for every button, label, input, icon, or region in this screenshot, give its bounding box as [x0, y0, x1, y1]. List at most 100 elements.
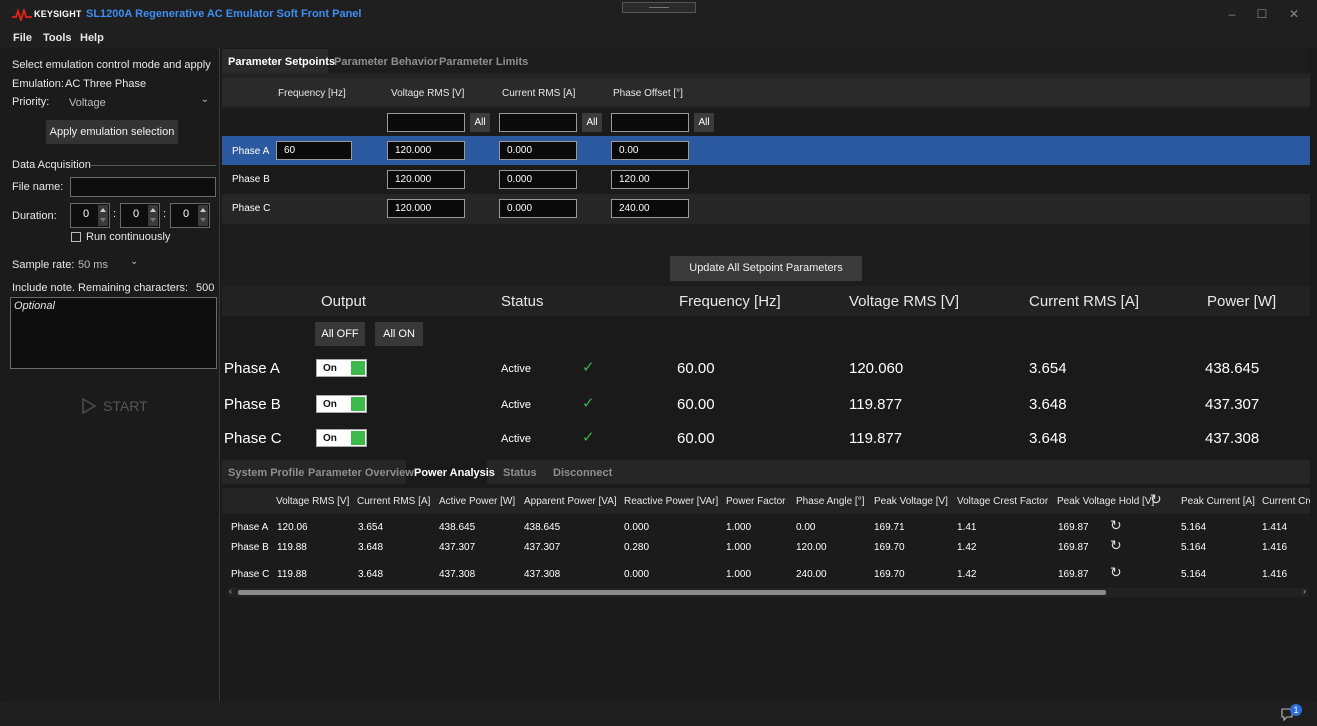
header-voltage: Voltage RMS [V]	[849, 293, 960, 310]
voltage-all-button[interactable]: All	[470, 113, 490, 132]
phase-offset-input[interactable]: 120.00	[611, 170, 689, 189]
output-toggle[interactable]: On	[316, 359, 367, 377]
table-cell: 437.307	[524, 542, 561, 553]
refresh-icon[interactable]: ↻	[1110, 517, 1122, 534]
spin-arrows-icon[interactable]	[148, 205, 158, 226]
table-row[interactable]	[222, 516, 1310, 536]
phase-offset-input[interactable]: 0.00	[611, 141, 689, 160]
duration-minutes-stepper[interactable]: 0	[120, 203, 160, 228]
current-input[interactable]: 0.000	[499, 199, 577, 218]
tab-parameter-overview[interactable]: Parameter Overview	[308, 467, 414, 479]
run-continuously-checkbox[interactable]	[71, 232, 81, 242]
tab-status[interactable]: Status	[503, 467, 537, 479]
refresh-icon[interactable]: ↻	[1110, 537, 1122, 554]
notifications-button[interactable]: 1	[1280, 704, 1302, 722]
scrollbar-thumb[interactable]	[238, 590, 1106, 595]
current-reading: 3.654	[1029, 360, 1067, 377]
maximize-button[interactable]: ☐	[1255, 7, 1269, 21]
current-all-button[interactable]: All	[582, 113, 602, 132]
scroll-right-icon[interactable]: ›	[1303, 586, 1306, 596]
voltage-reading: 120.060	[849, 360, 904, 377]
table-cell: 1.000	[726, 569, 752, 580]
scroll-left-icon[interactable]: ‹	[229, 586, 232, 596]
tab-parameter-setpoints[interactable]: Parameter Setpoints	[228, 56, 335, 68]
offset-all-button[interactable]: All	[694, 113, 714, 132]
output-toggle[interactable]: On	[316, 429, 367, 447]
window-drag-handle[interactable]	[622, 2, 696, 13]
power-reading: 438.645	[1205, 360, 1260, 377]
table-cell: 120.00	[796, 542, 827, 553]
note-textarea[interactable]: Optional	[10, 297, 217, 369]
table-cell: 119.88	[277, 542, 307, 553]
table-row[interactable]	[222, 556, 1310, 576]
table-cell: 240.00	[796, 569, 827, 580]
tab-power-analysis[interactable]: Power Analysis	[414, 467, 495, 479]
duration-seconds-stepper[interactable]: 0	[170, 203, 210, 228]
start-button[interactable]: START	[82, 397, 152, 417]
output-toggle[interactable]: On	[316, 395, 367, 413]
tab-parameter-behavior[interactable]: Parameter Behavior	[334, 56, 438, 68]
tab-disconnect[interactable]: Disconnect	[553, 467, 612, 479]
frequency-reading: 60.00	[677, 396, 715, 413]
header-power: Power [W]	[1207, 293, 1277, 310]
phase-label: Phase C	[231, 569, 270, 580]
menu-tools[interactable]: Tools	[43, 32, 72, 44]
setpoint-row-phase-c[interactable]	[222, 194, 1310, 223]
table-cell: 437.308	[524, 569, 561, 580]
table-cell: 437.308	[439, 569, 476, 580]
spin-arrows-icon[interactable]	[98, 205, 108, 226]
emulation-value: AC Three Phase	[65, 78, 147, 90]
table-cell: 1.42	[957, 569, 977, 580]
checkmark-icon: ✓	[582, 359, 595, 376]
col-voltage: Voltage RMS [V]	[391, 88, 465, 99]
setpoint-row-phase-a[interactable]	[222, 136, 1310, 165]
output-phase-label: Phase B	[224, 396, 281, 413]
duration-hours-stepper[interactable]: 0	[70, 203, 110, 228]
app-title: SL1200A Regenerative AC Emulator Soft Fr…	[86, 8, 362, 20]
tab-parameter-limits[interactable]: Parameter Limits	[439, 56, 528, 68]
apply-emulation-button[interactable]: Apply emulation selection	[46, 120, 178, 144]
brand-name: KEYSIGHT	[34, 9, 82, 19]
table-cell: 3.648	[358, 542, 384, 553]
voltage-input[interactable]: 120.000	[387, 199, 465, 218]
col-header: Phase Angle [°]	[796, 496, 865, 507]
minimize-button[interactable]: –	[1225, 7, 1239, 21]
note-remaining-count: 500	[196, 282, 215, 294]
current-input[interactable]: 0.000	[499, 170, 577, 189]
voltage-input[interactable]: 120.000	[387, 170, 465, 189]
col-header: Voltage RMS [V]	[276, 496, 350, 507]
tab-system-profile[interactable]: System Profile	[228, 467, 304, 479]
status-text: Active	[501, 399, 531, 411]
duration-label: Duration:	[12, 210, 57, 222]
file-name-input[interactable]	[70, 177, 216, 197]
voltage-input[interactable]: 120.000	[387, 141, 465, 160]
col-header: Peak Voltage [V]	[874, 496, 948, 507]
update-setpoints-button[interactable]: Update All Setpoint Parameters	[670, 256, 862, 281]
sample-rate-select[interactable]: 50 ms ⌄	[72, 256, 147, 273]
voltage-all-input[interactable]	[387, 113, 465, 132]
output-phase-label: Phase A	[224, 360, 280, 377]
current-input[interactable]: 0.000	[499, 141, 577, 160]
refresh-icon[interactable]: ↻	[1150, 491, 1162, 508]
table-cell: 1.42	[957, 542, 977, 553]
frequency-input[interactable]: 60	[276, 141, 352, 160]
table-cell: 438.645	[439, 522, 476, 533]
priority-select[interactable]: Voltage ⌄	[60, 94, 215, 111]
phase-offset-input[interactable]: 240.00	[611, 199, 689, 218]
refresh-icon[interactable]: ↻	[1110, 564, 1122, 581]
offset-all-input[interactable]	[611, 113, 689, 132]
close-button[interactable]: ✕	[1287, 7, 1301, 21]
table-cell: 1.000	[726, 542, 752, 553]
all-off-button[interactable]: All OFF	[315, 322, 365, 346]
setpoint-row-phase-b[interactable]	[222, 165, 1310, 194]
table-cell: 169.87	[1058, 542, 1089, 553]
table-row[interactable]	[222, 536, 1310, 556]
phase-label: Phase B	[231, 542, 269, 553]
horizontal-scrollbar[interactable]: ‹ ›	[228, 586, 1308, 597]
current-all-input[interactable]	[499, 113, 577, 132]
menu-help[interactable]: Help	[80, 32, 104, 44]
spin-arrows-icon[interactable]	[198, 205, 208, 226]
table-cell: 169.87	[1058, 569, 1089, 580]
menu-file[interactable]: File	[13, 32, 32, 44]
all-on-button[interactable]: All ON	[375, 322, 423, 346]
